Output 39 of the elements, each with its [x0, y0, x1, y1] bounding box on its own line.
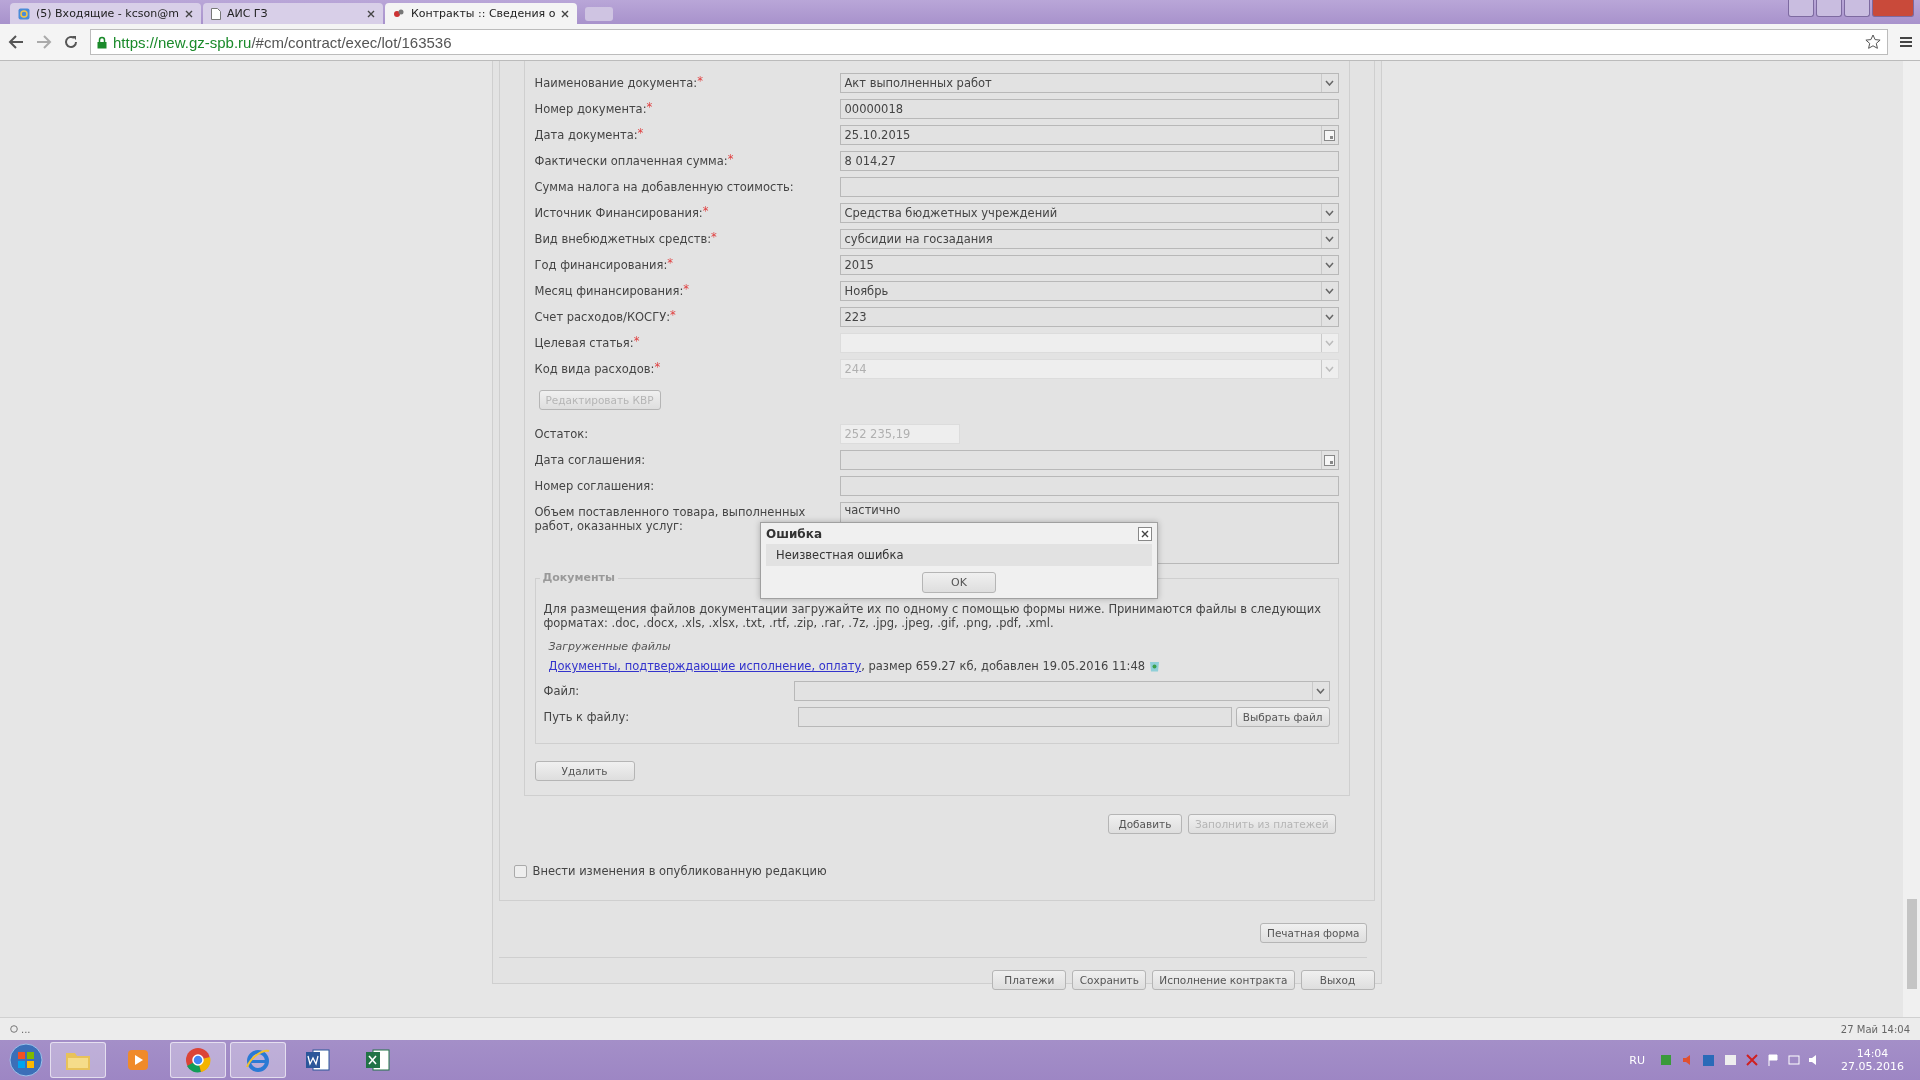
section-title: Документы [539, 571, 618, 584]
required-mark: * [667, 255, 674, 270]
field-label: Остаток: [534, 426, 589, 441]
required-mark: * [727, 151, 734, 166]
field-label: Целевая статья: [534, 335, 634, 350]
field-label: Вид внебюджетных средств: [534, 231, 712, 246]
error-message: Неизвестная ошибка [766, 544, 1152, 566]
required-mark: * [711, 229, 717, 244]
status-text: ... [21, 1023, 31, 1035]
field-label: Дата документа: [534, 127, 638, 142]
required-mark: * [646, 99, 653, 114]
field-label: Код вида расходов: [534, 361, 655, 376]
field-label: Дата соглашения: [534, 452, 646, 467]
required-mark: * [633, 333, 640, 348]
required-mark: * [702, 203, 709, 218]
required-mark: * [670, 307, 676, 322]
required-mark: * [637, 125, 644, 140]
field-label: Год финансирования: [534, 257, 668, 272]
field-label: Наименование документа: [534, 75, 698, 90]
field-label: Номер соглашения: [534, 478, 655, 493]
field-label: Путь к файлу: [543, 709, 631, 724]
file-entry: Документы, подтверждающие исполнение, оплату, размер 659.27 кб, добавлен 19.05.2016 11:48 [548, 659, 1146, 673]
field-label: Источник Финансирования: [534, 205, 703, 220]
field-label: Сумма налога на добавленную стоимость: [534, 179, 794, 194]
field-label: Номер документа: [534, 101, 647, 116]
field-label: Фактически оплаченная сумма: [534, 153, 728, 168]
field-label: Счет расходов/КОСГУ: [534, 309, 671, 324]
required-mark: * [654, 359, 661, 374]
required-mark: * [683, 281, 690, 296]
field-label: Файл: [543, 683, 581, 698]
uploaded-files-label: Загруженные файлы [548, 640, 672, 653]
status-datetime: 27 Май 14:04 [1840, 1023, 1910, 1035]
checkbox-label: Внести изменения в опубликованную редакцию [532, 864, 827, 878]
clock-date: 27.05.2016 [1841, 1060, 1904, 1073]
dialog-title: Ошибка [766, 527, 822, 541]
clock-time: 14:04 [1856, 1047, 1889, 1060]
field-label: Месяц финансирования: [534, 283, 684, 298]
required-mark: * [697, 73, 703, 88]
upload-note: Для размещения файлов документации загружайте их по одному с помощью формы ниже. Принимаются файлы в следующих форматах: .doc, .docx, .xls, .xlsx, .txt, .rtf, .zip, .rar, .7z, .jpg, .jpeg, .gif, .png, .pdf, .xml. [543, 602, 1322, 630]
